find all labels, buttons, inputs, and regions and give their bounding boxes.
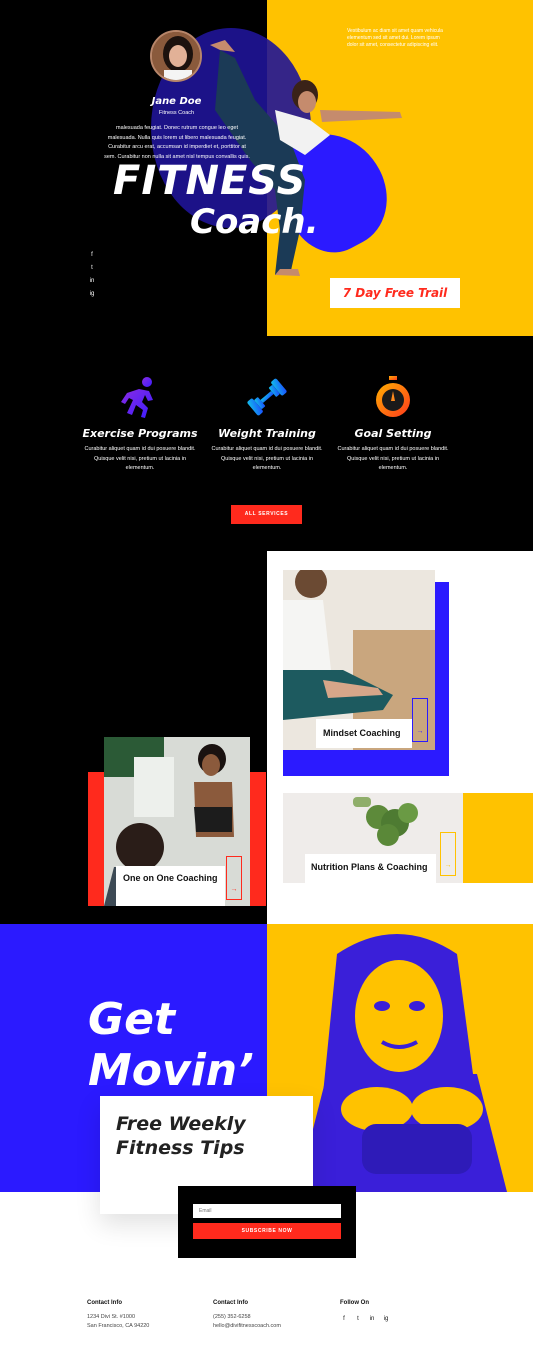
service-text: Curabitur aliquet quam id dui posuere bl… bbox=[211, 446, 323, 471]
service-text: Curabitur aliquet quam id dui posuere bl… bbox=[337, 446, 449, 471]
hero-section: Vestibulum ac diam sit amet quam vehicul… bbox=[0, 0, 533, 336]
instagram-icon[interactable]: ig bbox=[88, 290, 96, 298]
free-trial-button[interactable]: 7 Day Free Trail bbox=[330, 278, 460, 308]
service-title: Exercise Programs bbox=[82, 427, 198, 440]
dumbbell-icon bbox=[247, 378, 287, 416]
nutrition-card-accent bbox=[459, 793, 533, 883]
tips-heading-line2: Fitness Tips bbox=[116, 1137, 245, 1159]
service-text: Curabitur aliquet quam id dui posuere bl… bbox=[84, 446, 196, 471]
footer-address-line2: San Francisco, CA 94220 bbox=[87, 1323, 150, 1329]
footer-twitter-icon[interactable]: t bbox=[354, 1315, 362, 1323]
coach-bio: malesuada feugiat. Donec rutrum congue l… bbox=[104, 125, 250, 160]
coach-name: Jane Doe bbox=[151, 96, 202, 107]
footer-contact-heading: Contact Info bbox=[213, 1300, 248, 1306]
facebook-icon[interactable]: f bbox=[88, 251, 96, 259]
service-title: Weight Training bbox=[218, 427, 316, 440]
one-on-one-card-arrow-button[interactable]: → bbox=[226, 856, 242, 900]
nutrition-card-label[interactable]: Nutrition Plans & Coaching bbox=[305, 854, 436, 883]
hero-subtitle: Coach. bbox=[190, 202, 319, 242]
footer-email[interactable]: hello@divifitnesscoach.com bbox=[213, 1323, 281, 1329]
service-exercise-programs: Exercise Programs Curabitur aliquet quam… bbox=[75, 374, 205, 474]
stopwatch-icon bbox=[376, 376, 410, 417]
footer-address-line1: 1234 Divi St. #1000 bbox=[87, 1314, 136, 1320]
footer-follow-heading: Follow On bbox=[340, 1300, 369, 1306]
subscribe-form: SUBSCRIBE NOW bbox=[178, 1186, 356, 1258]
one-on-one-card-label[interactable]: One on One Coaching bbox=[116, 866, 225, 906]
linkedin-icon[interactable]: in bbox=[88, 277, 96, 285]
mindset-card-label[interactable]: Mindset Coaching bbox=[316, 719, 412, 748]
newsletter-headline-line1: Get bbox=[88, 994, 175, 1045]
twitter-icon[interactable]: t bbox=[88, 264, 96, 272]
hero-title: FITNESS bbox=[113, 158, 307, 204]
coach-avatar bbox=[150, 30, 202, 82]
footer-address-heading: Contact Info bbox=[87, 1300, 122, 1306]
footer-phone[interactable]: (255) 352-6258 bbox=[213, 1314, 251, 1320]
newsletter-headline-line2: Movin’ bbox=[88, 1045, 254, 1096]
service-goal-setting: Goal Setting Curabitur aliquet quam id d… bbox=[328, 374, 458, 474]
subscribe-button[interactable]: SUBSCRIBE NOW bbox=[193, 1223, 341, 1239]
service-weight-training: Weight Training Curabitur aliquet quam i… bbox=[202, 374, 332, 474]
service-title: Goal Setting bbox=[354, 427, 432, 440]
footer-instagram-icon[interactable]: ig bbox=[382, 1315, 390, 1323]
tips-heading: Free Weekly Fitness Tips bbox=[116, 1112, 246, 1160]
tips-heading-line1: Free Weekly bbox=[116, 1113, 246, 1135]
nutrition-card-arrow-button[interactable]: → bbox=[440, 832, 456, 876]
footer-linkedin-icon[interactable]: in bbox=[368, 1315, 376, 1323]
all-services-button[interactable]: ALL SERVICES bbox=[231, 505, 302, 524]
running-person-icon bbox=[121, 377, 153, 418]
coach-role: Fitness Coach bbox=[158, 110, 195, 116]
footer-facebook-icon[interactable]: f bbox=[340, 1315, 348, 1323]
hero-blurb: Vestibulum ac diam sit amet quam vehicul… bbox=[347, 28, 443, 48]
email-input[interactable] bbox=[193, 1204, 341, 1218]
services-section: Exercise Programs Curabitur aliquet quam… bbox=[0, 336, 533, 551]
newsletter-headline: Get Movin’ bbox=[88, 994, 254, 1096]
mindset-card-arrow-button[interactable]: → bbox=[412, 698, 428, 742]
